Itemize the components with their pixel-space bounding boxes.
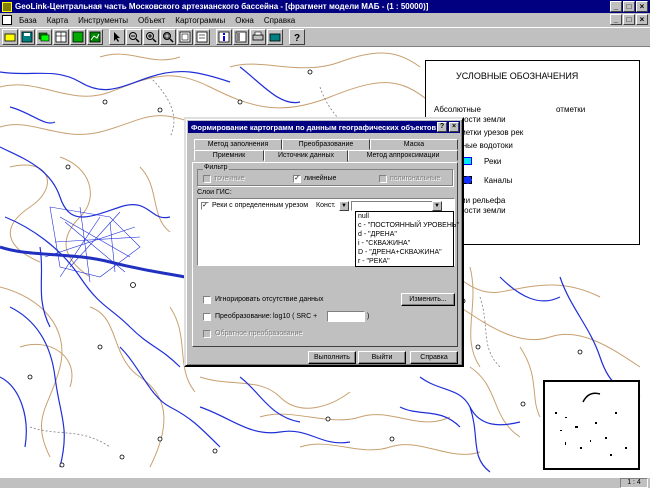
zoom-out-icon[interactable] bbox=[126, 29, 142, 45]
filter-line-checkbox[interactable]: ✓ bbox=[293, 175, 301, 183]
help-button[interactable]: Справка bbox=[410, 351, 458, 364]
filter-label: Фильтр bbox=[203, 164, 229, 171]
ignore-missing-label: Игнорировать отсутствие данных bbox=[215, 296, 324, 303]
transform-close-paren: ) bbox=[367, 313, 370, 320]
dropdown-option[interactable]: r - "РЕКА" bbox=[356, 257, 453, 266]
layer-const-value[interactable]: Конст. bbox=[316, 202, 336, 209]
dialog-help-button[interactable]: ? bbox=[437, 122, 447, 132]
tab-fill-method[interactable]: Метод заполнения bbox=[194, 139, 282, 150]
legend-elevation-label-1: Абсолютные bbox=[434, 105, 481, 114]
transform-checkbox[interactable] bbox=[203, 313, 211, 321]
layer-name[interactable]: Реки с определенным урезом bbox=[212, 202, 308, 209]
menu-cartograms[interactable]: Картограммы bbox=[170, 16, 230, 25]
overview-drawing bbox=[555, 392, 627, 456]
const-dropdown-arrow[interactable]: ▼ bbox=[339, 201, 349, 211]
grid-icon[interactable] bbox=[70, 29, 86, 45]
data-source-panel: Фильтр точечные ✓ линейные полигональные… bbox=[192, 162, 459, 347]
close-button[interactable]: × bbox=[636, 1, 648, 12]
info-icon[interactable] bbox=[216, 29, 232, 45]
status-scale: 1 : 4 bbox=[620, 478, 648, 488]
chart-icon[interactable] bbox=[87, 29, 103, 45]
menu-help[interactable]: Справка bbox=[259, 16, 300, 25]
transform-constant-input[interactable] bbox=[327, 311, 365, 322]
dropdown-option[interactable]: i - "СКВАЖИНА" bbox=[356, 239, 453, 248]
minimize-button[interactable]: _ bbox=[610, 1, 622, 12]
tab-data-source[interactable]: Источник данных bbox=[264, 150, 348, 162]
table-icon[interactable] bbox=[53, 29, 69, 45]
menu-bar: База Карта Инструменты Объект Картограмм… bbox=[0, 13, 650, 27]
menu-windows[interactable]: Окна bbox=[230, 16, 259, 25]
document-icon[interactable] bbox=[2, 15, 12, 25]
dropdown-option[interactable]: D - "ДРЕНА+СКВАЖИНА" bbox=[356, 248, 453, 257]
exit-button[interactable]: Выйти bbox=[358, 351, 406, 364]
window-title: GeoLink-Центральная часть Московского ар… bbox=[15, 2, 429, 11]
title-bar: GeoLink-Центральная часть Московского ар… bbox=[0, 0, 650, 13]
transform-label: Преобразование: bbox=[215, 313, 272, 320]
legend-canals-label: Каналы bbox=[484, 176, 513, 185]
legend-rivers-label: Реки bbox=[484, 157, 502, 166]
filter-polygon-label: полигональные bbox=[390, 175, 441, 182]
help-icon[interactable]: ? bbox=[289, 29, 305, 45]
tab-approximation-method[interactable]: Метод аппроксимации bbox=[348, 150, 458, 161]
save-icon[interactable] bbox=[19, 29, 35, 45]
status-bar: 1 : 4 bbox=[0, 477, 650, 488]
print-preview-icon[interactable] bbox=[267, 29, 283, 45]
filter-point-checkbox bbox=[203, 175, 211, 183]
tab-transformation[interactable]: Преобразование bbox=[282, 139, 370, 150]
attribute-dropdown-arrow[interactable]: ▼ bbox=[432, 201, 442, 211]
mdi-maximize-button[interactable]: □ bbox=[623, 14, 635, 25]
menu-object[interactable]: Объект bbox=[133, 16, 170, 25]
attribute-dropdown-list[interactable]: null c - "ПОСТОЯННЫЙ УРОВЕНЬ" d - "ДРЕНА… bbox=[355, 211, 459, 267]
menu-map[interactable]: Карта bbox=[42, 16, 73, 25]
tab-receiver[interactable]: Приемник bbox=[194, 150, 264, 161]
legend-title: УСЛОВНЫЕ ОБОЗНАЧЕНИЯ bbox=[456, 71, 579, 81]
layer-checkbox[interactable]: ✓ bbox=[201, 202, 209, 210]
tab-mask[interactable]: Маска bbox=[370, 139, 458, 150]
layers-label: Слои ГИС: bbox=[197, 189, 232, 196]
attribute-select[interactable] bbox=[351, 201, 441, 211]
filter-point-label: точечные bbox=[214, 175, 245, 182]
svg-text:?: ? bbox=[294, 33, 300, 43]
toolbar: ? bbox=[0, 27, 650, 47]
dropdown-option[interactable]: d - "ДРЕНА" bbox=[356, 230, 453, 239]
menu-tools[interactable]: Инструменты bbox=[73, 16, 133, 25]
zoom-in-icon[interactable] bbox=[143, 29, 159, 45]
print-icon[interactable] bbox=[250, 29, 266, 45]
open-icon[interactable] bbox=[2, 29, 18, 45]
dialog-title-bar: Формирование картограмм по данным геогра… bbox=[188, 121, 460, 133]
menu-base[interactable]: База bbox=[14, 16, 42, 25]
mdi-close-button[interactable]: × bbox=[636, 14, 648, 25]
full-extent-icon[interactable] bbox=[177, 29, 193, 45]
dialog-title: Формирование картограмм по данным геогра… bbox=[191, 122, 437, 132]
overview-map[interactable] bbox=[543, 380, 640, 470]
execute-button[interactable]: Выполнить bbox=[308, 351, 356, 364]
filter-polygon-checkbox bbox=[379, 175, 387, 183]
dropdown-option[interactable]: c - "ПОСТОЯННЫЙ УРОВЕНЬ" bbox=[356, 221, 459, 230]
properties-icon[interactable] bbox=[233, 29, 249, 45]
change-button[interactable]: Изменить... bbox=[401, 293, 455, 306]
cartogram-dialog: Формирование картограмм по данным геогра… bbox=[184, 117, 464, 367]
dialog-close-button[interactable]: × bbox=[449, 122, 459, 132]
dropdown-option[interactable]: null bbox=[356, 212, 453, 221]
inverse-transform-checkbox bbox=[203, 330, 211, 338]
app-icon bbox=[2, 1, 12, 12]
maximize-button[interactable]: □ bbox=[623, 1, 635, 12]
legend-elevation-label-1b: отметки bbox=[556, 105, 586, 114]
refresh-icon[interactable] bbox=[194, 29, 210, 45]
mdi-minimize-button[interactable]: _ bbox=[610, 14, 622, 25]
transform-formula: log10 ( SRC + bbox=[273, 313, 318, 320]
layers-icon[interactable] bbox=[36, 29, 52, 45]
filter-line-label: линейные bbox=[304, 175, 337, 182]
pointer-icon[interactable] bbox=[109, 29, 125, 45]
ignore-missing-checkbox[interactable] bbox=[203, 296, 211, 304]
inverse-transform-label: Обратное преобразование bbox=[215, 330, 303, 337]
zoom-window-icon[interactable] bbox=[160, 29, 176, 45]
